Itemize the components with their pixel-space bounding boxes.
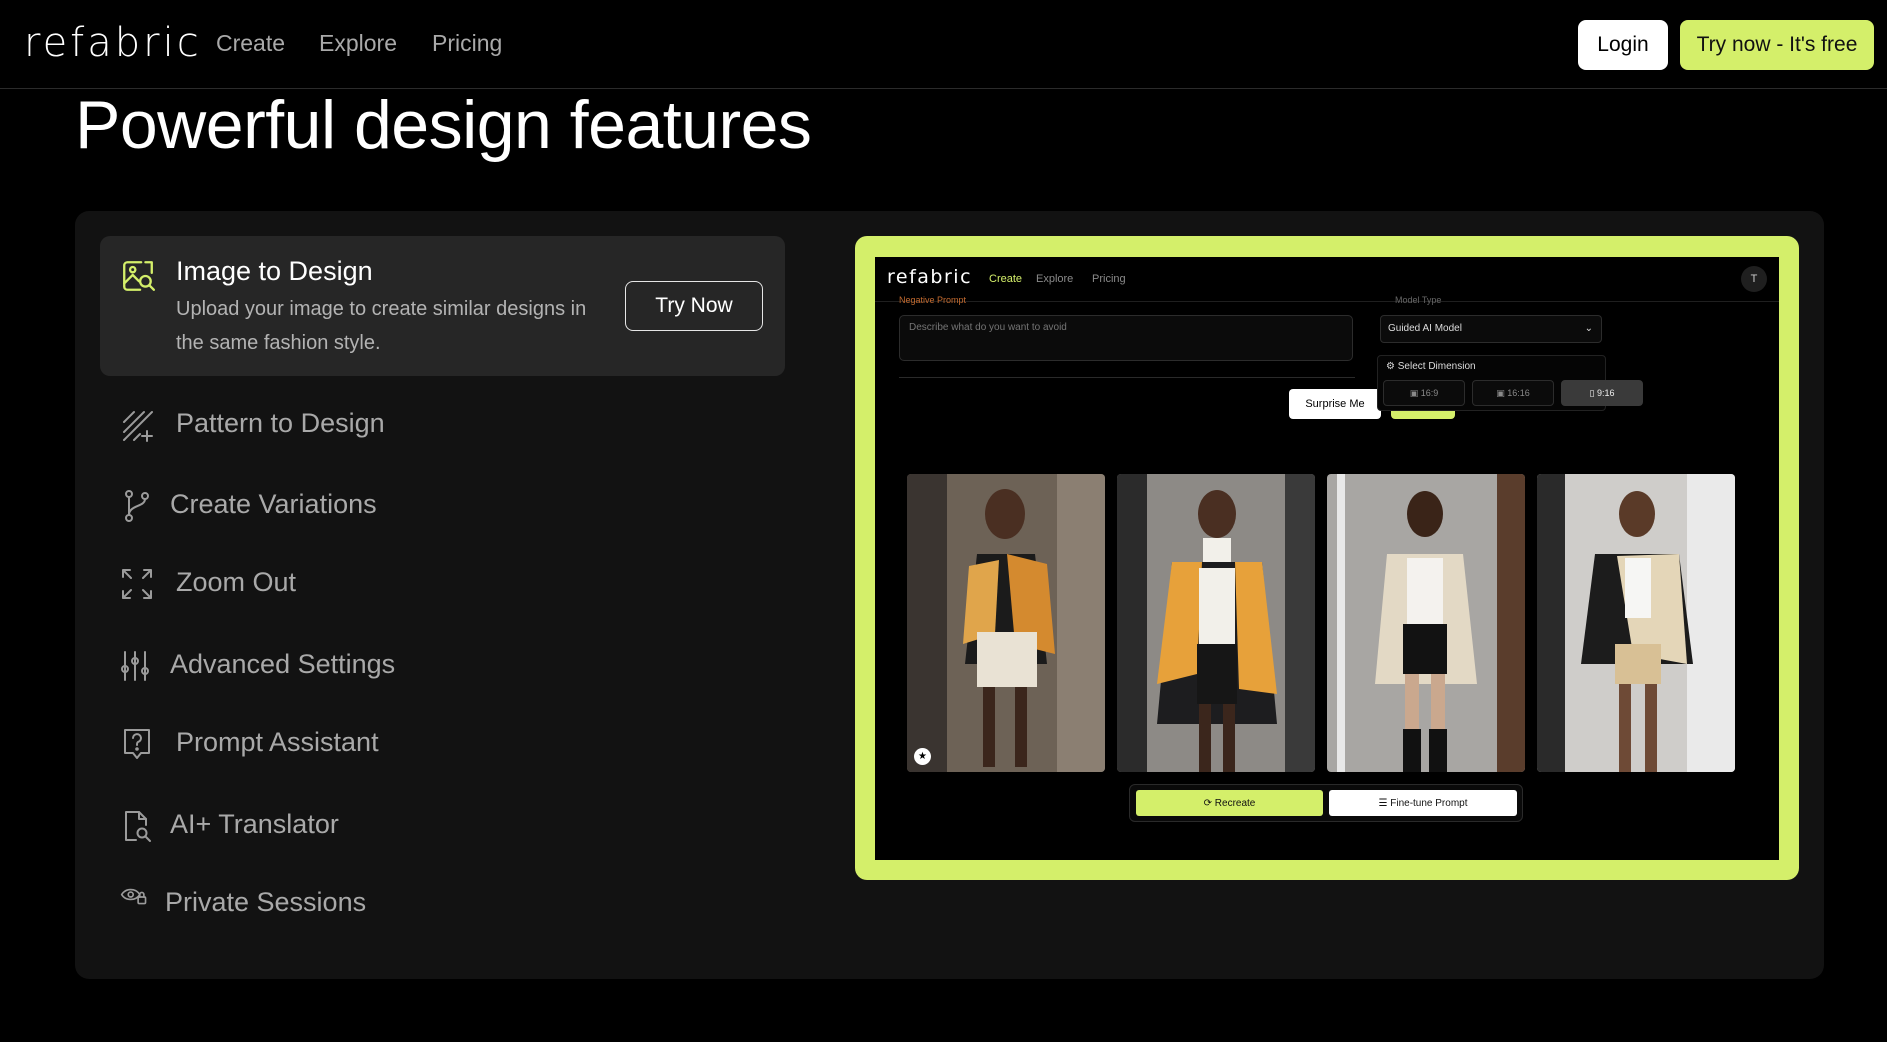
image-actions: ⟳ Recreate ☰ Fine-tune Prompt (1129, 784, 1523, 822)
login-button[interactable]: Login (1578, 20, 1668, 70)
eye-lock-icon (120, 883, 148, 916)
feature-pattern-to-design[interactable]: Pattern to Design (120, 404, 720, 444)
feature-private-sessions[interactable]: Private Sessions (120, 883, 720, 923)
generated-image (1117, 474, 1315, 772)
app-preview-screen: refabric Create Explore Pricing T Negati… (875, 257, 1779, 860)
page-title: Powerful design features (75, 87, 812, 163)
preview-logo: refabric (887, 266, 973, 288)
finetune-prompt-button: ☰ Fine-tune Prompt (1329, 790, 1517, 816)
refresh-icon: ⟳ (1203, 797, 1213, 809)
sliders-icon (120, 649, 154, 688)
dimension-9-16: ▯ 9:16 (1561, 380, 1643, 406)
image-search-icon (120, 258, 156, 299)
branch-icon (120, 489, 154, 528)
dimension-title-text: Select Dimension (1397, 361, 1476, 372)
generated-image (1327, 474, 1525, 772)
generated-image (1537, 474, 1735, 772)
ratio-icon: ▣ (1496, 388, 1505, 398)
dimension-16-16: ▣ 16:16 (1472, 380, 1554, 406)
sliders-icon: ☰ (1378, 797, 1388, 809)
feature-label: Pattern to Design (176, 408, 385, 438)
feature-create-variations[interactable]: Create Variations (120, 485, 720, 525)
model-type-label: Model Type (1395, 295, 1442, 305)
dimension-16-9: ▣ 16:9 (1383, 380, 1465, 406)
feature-label: Create Variations (170, 489, 377, 519)
logo[interactable]: refabric (24, 20, 202, 66)
pattern-icon (120, 408, 154, 447)
model-select: Guided AI Model ⌄ (1380, 315, 1602, 343)
feature-image-to-design[interactable]: Image to Design Upload your image to cre… (100, 236, 785, 376)
feature-prompt-assistant[interactable]: Prompt Assistant (120, 723, 720, 763)
nav-pricing[interactable]: Pricing (432, 30, 502, 57)
preview-navbar: refabric Create Explore Pricing T (875, 257, 1779, 302)
negative-prompt-label: Negative Prompt (899, 295, 967, 305)
document-search-icon (120, 809, 154, 848)
model-value: Guided AI Model (1388, 323, 1462, 334)
negative-prompt-input (899, 315, 1353, 361)
feature-label: Advanced Settings (170, 649, 396, 679)
preview-nav-pricing: Pricing (1092, 273, 1126, 285)
top-navigation: refabric Create Explore Pricing Login Tr… (0, 0, 1887, 89)
feature-label: Zoom Out (176, 567, 297, 597)
recreate-button: ⟳ Recreate (1136, 790, 1323, 816)
generated-image: ★ (907, 474, 1105, 772)
try-free-button[interactable]: Try now - It's free (1680, 20, 1874, 70)
avatar: T (1741, 266, 1767, 292)
feature-preview: refabric Create Explore Pricing T Negati… (855, 236, 1799, 880)
feature-label: Prompt Assistant (176, 727, 379, 757)
feature-title: Image to Design (176, 256, 373, 286)
feature-ai-translator[interactable]: AI+ Translator (120, 805, 720, 845)
nav-create[interactable]: Create (216, 30, 285, 57)
preview-nav-explore: Explore (1036, 273, 1074, 285)
feature-description: Upload your image to create similar desi… (176, 298, 587, 354)
surprise-me-button: Surprise Me (1289, 389, 1381, 419)
try-now-button[interactable]: Try Now (625, 281, 763, 331)
chevron-down-icon: ⌄ (1584, 323, 1593, 334)
feature-advanced-settings[interactable]: Advanced Settings (120, 645, 720, 685)
dimension-title: ⚙ Select Dimension (1386, 361, 1476, 372)
feature-zoom-out[interactable]: Zoom Out (120, 563, 720, 603)
preview-nav-create: Create (989, 273, 1023, 285)
expand-icon (120, 567, 154, 606)
dimension-selector: ⚙ Select Dimension ▣ 16:9 ▣ 16:16 ▯ 9:16 (1377, 355, 1643, 411)
sliders-icon: ⚙ (1386, 361, 1395, 372)
question-icon (120, 727, 154, 766)
ratio-icon: ▯ (1589, 388, 1595, 398)
feature-label: Private Sessions (165, 887, 367, 917)
divider (899, 377, 1355, 378)
ratio-icon: ▣ (1409, 388, 1419, 398)
nav-explore[interactable]: Explore (319, 30, 397, 57)
feature-label: AI+ Translator (170, 809, 339, 839)
favorite-icon: ★ (914, 748, 931, 765)
